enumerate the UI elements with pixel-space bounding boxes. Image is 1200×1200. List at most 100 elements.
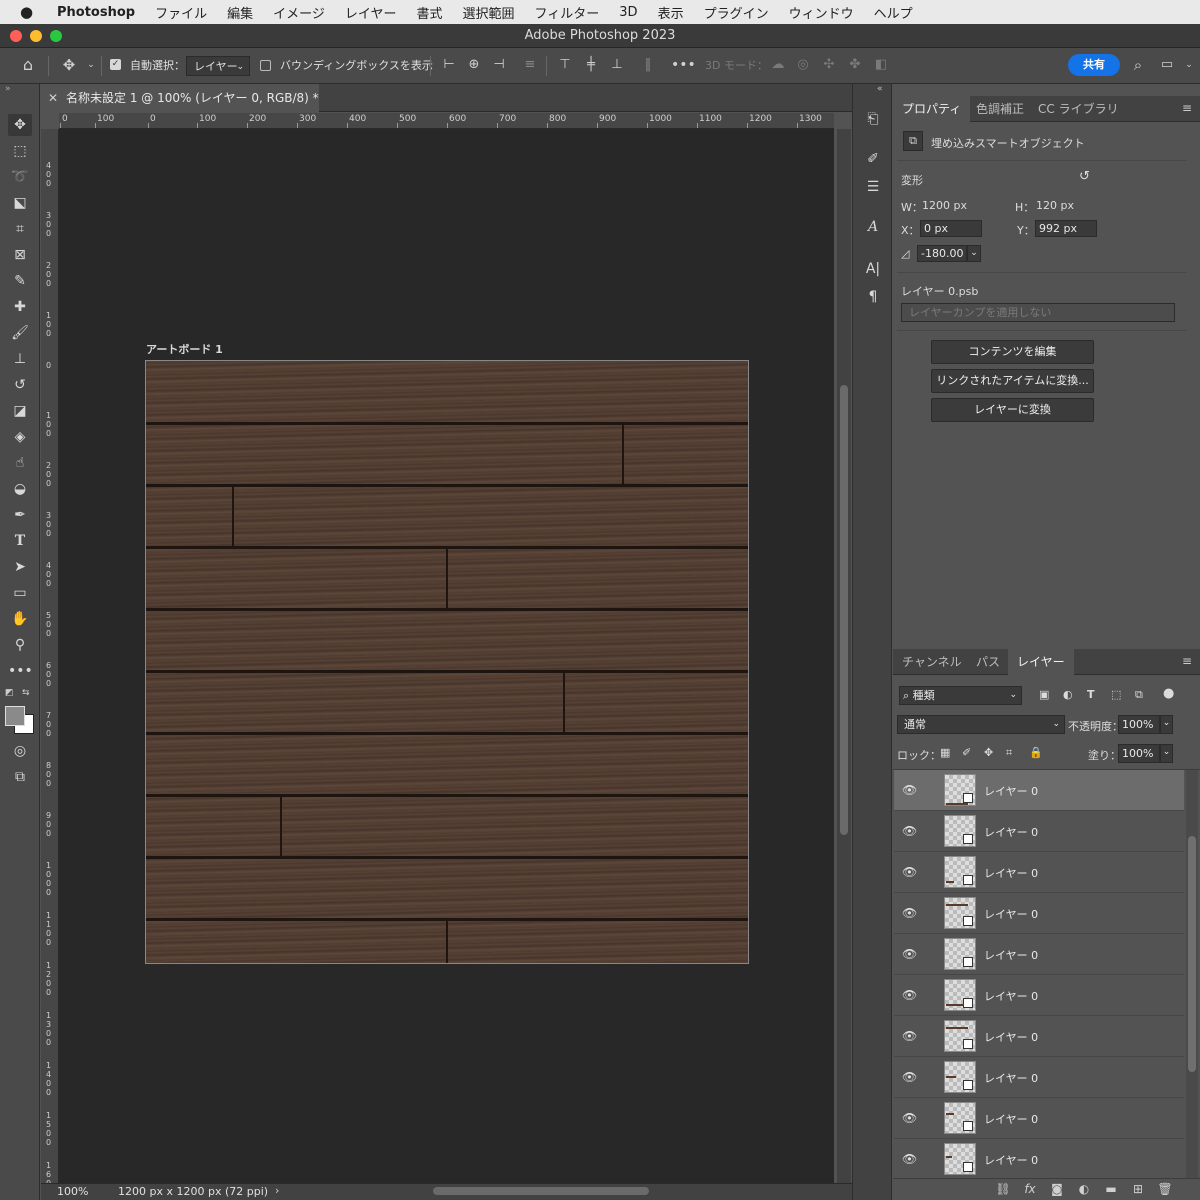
align-hcenter-icon[interactable]: ⊕ <box>463 54 485 76</box>
adjust-sliders-icon[interactable]: ☰ <box>861 176 885 198</box>
filter-pixel-icon[interactable]: ▣ <box>1039 688 1049 701</box>
opacity-field[interactable]: 100% <box>1118 715 1160 734</box>
3d-camera-icon[interactable]: ◧ <box>870 54 892 76</box>
zoom-level[interactable]: 100% <box>57 1184 88 1199</box>
layer-name[interactable]: レイヤー 0 <box>984 1152 1038 1168</box>
close-tab-icon[interactable]: ✕ <box>48 91 58 105</box>
eraser-tool-icon[interactable]: ◪ <box>8 400 32 422</box>
blend-mode-dropdown[interactable]: 通常 ⌄ <box>897 715 1065 734</box>
trash-icon[interactable]: 🗑 <box>1157 1181 1173 1197</box>
layer-name[interactable]: レイヤー 0 <box>984 783 1038 799</box>
type-tool-icon[interactable]: T <box>8 530 32 552</box>
layer-row[interactable]: 👁 レイヤー 0 <box>894 811 1184 852</box>
new-group-icon[interactable]: ▬ <box>1103 1181 1119 1197</box>
h-value[interactable]: 120 px <box>1036 199 1074 212</box>
layer-row[interactable]: 👁 レイヤー 0 <box>894 893 1184 934</box>
tab-cc-libraries[interactable]: CC ライブラリ <box>1029 96 1128 122</box>
share-button[interactable]: 共有 <box>1068 54 1120 76</box>
eye-icon[interactable]: 👁 <box>902 783 917 797</box>
auto-select-checkbox[interactable]: ✓ <box>110 59 121 70</box>
panel-menu-icon[interactable]: ≡ <box>1182 101 1192 115</box>
default-colors-icon[interactable]: ◩ <box>5 688 14 698</box>
eye-icon[interactable]: 👁 <box>902 1070 917 1084</box>
apple-icon[interactable]: ● <box>20 3 40 21</box>
artboard-wood-image[interactable] <box>145 360 749 964</box>
lock-pixels-icon[interactable]: ✐ <box>962 746 971 759</box>
layer-row[interactable]: 👁 レイヤー 0 <box>894 1139 1184 1180</box>
vertical-scroll-thumb[interactable] <box>840 385 848 835</box>
menu-window[interactable]: ウィンドウ <box>789 3 854 22</box>
menu-image[interactable]: イメージ <box>273 3 325 22</box>
layer-name[interactable]: レイヤー 0 <box>984 988 1038 1004</box>
eye-icon[interactable]: 👁 <box>902 906 917 920</box>
rectangle-tool-icon[interactable]: ▭ <box>8 582 32 604</box>
artboard-name[interactable]: アートボード 1 <box>146 341 223 357</box>
layer-filter-dropdown[interactable]: ⌕ 種類 ⌄ <box>899 686 1022 705</box>
eye-icon[interactable]: 👁 <box>902 947 917 961</box>
layer-name[interactable]: レイヤー 0 <box>984 824 1038 840</box>
layer-row[interactable]: 👁 レイヤー 0 <box>894 770 1184 811</box>
eyedropper-tool-icon[interactable]: ✎ <box>8 270 32 292</box>
align-top-icon[interactable]: ⊤ <box>554 54 576 76</box>
document-info[interactable]: 1200 px x 1200 px (72 ppi) <box>118 1184 268 1199</box>
fx-icon[interactable]: fx <box>1022 1181 1038 1197</box>
layer-row[interactable]: 👁 レイヤー 0 <box>894 1057 1184 1098</box>
chevron-down-icon[interactable]: ⌄ <box>1160 744 1173 763</box>
collapse-icon[interactable]: » <box>5 84 11 94</box>
menu-type[interactable]: 書式 <box>417 3 443 22</box>
collapse-icon[interactable]: « <box>877 84 883 94</box>
3d-pan-icon[interactable]: ✣ <box>818 54 840 76</box>
object-select-tool-icon[interactable]: ⬕ <box>8 192 32 214</box>
path-select-icon[interactable]: ➤ <box>8 556 32 578</box>
y-field[interactable]: 992 px <box>1035 220 1097 237</box>
menu-layer[interactable]: レイヤー <box>345 3 397 22</box>
layer-name[interactable]: レイヤー 0 <box>984 1070 1038 1086</box>
filter-toggle-icon[interactable]: ● <box>1163 686 1174 701</box>
layer-row[interactable]: 👁 レイヤー 0 <box>894 852 1184 893</box>
menu-filter[interactable]: フィルター <box>535 3 600 22</box>
auto-select-target-dropdown[interactable]: レイヤー ⌄ <box>186 56 250 76</box>
lock-position-icon[interactable]: ✥ <box>984 746 993 759</box>
filter-type-icon[interactable]: T <box>1087 688 1095 701</box>
app-menu[interactable]: Photoshop <box>57 5 135 20</box>
align-vcenter-icon[interactable]: ╪ <box>580 54 602 76</box>
healing-brush-icon[interactable]: ✚ <box>8 296 32 318</box>
w-value[interactable]: 1200 px <box>922 199 967 212</box>
fill-field[interactable]: 100% <box>1118 744 1160 763</box>
align-bottom-icon[interactable]: ⊥ <box>606 54 628 76</box>
menu-plugins[interactable]: プラグイン <box>704 3 769 22</box>
x-field[interactable]: 0 px <box>920 220 982 237</box>
eye-icon[interactable]: 👁 <box>902 988 917 1002</box>
eye-icon[interactable]: 👁 <box>902 865 917 879</box>
layer-row[interactable]: 👁 レイヤー 0 <box>894 1098 1184 1139</box>
tab-channels[interactable]: チャンネル <box>893 649 971 675</box>
hand-tool-icon[interactable]: ✋ <box>8 608 32 630</box>
frame-tool-icon[interactable]: ⊠ <box>8 244 32 266</box>
screen-mode-icon[interactable]: ⧉ <box>8 766 32 788</box>
smudge-tool-icon[interactable]: ☝ <box>8 452 32 474</box>
brush-settings-icon[interactable]: ✐ <box>861 148 885 170</box>
3d-orbit-icon[interactable]: ☁ <box>767 54 789 76</box>
panel-menu-icon[interactable]: ≡ <box>1182 654 1192 668</box>
menu-3d[interactable]: 3D <box>619 5 637 20</box>
chevron-right-icon[interactable]: › <box>275 1184 279 1197</box>
horizontal-scroll-thumb[interactable] <box>433 1187 649 1195</box>
layer-name[interactable]: レイヤー 0 <box>984 865 1038 881</box>
link-layers-icon[interactable]: ⛓ <box>995 1181 1011 1197</box>
bounding-box-checkbox[interactable] <box>260 60 271 71</box>
layer-row[interactable]: 👁 レイヤー 0 <box>894 975 1184 1016</box>
new-layer-icon[interactable]: ⊞ <box>1130 1181 1146 1197</box>
lock-all-icon[interactable]: 🔒 <box>1029 746 1043 759</box>
layer-name[interactable]: レイヤー 0 <box>984 947 1038 963</box>
distribute-icon[interactable]: ≡ <box>519 54 541 76</box>
stamp-tool-icon[interactable]: ⊥ <box>8 348 32 370</box>
search-icon[interactable]: ⌕ <box>1127 54 1149 76</box>
eye-icon[interactable]: 👁 <box>902 1111 917 1125</box>
menu-select[interactable]: 選択範囲 <box>463 3 515 22</box>
menu-edit[interactable]: 編集 <box>227 3 253 22</box>
chevron-down-icon[interactable]: ⌄ <box>1178 54 1200 76</box>
minimize-window-button[interactable] <box>30 30 42 42</box>
convert-to-layers-button[interactable]: レイヤーに変換 <box>931 398 1094 422</box>
dodge-tool-icon[interactable]: ◒ <box>8 478 32 500</box>
close-window-button[interactable] <box>10 30 22 42</box>
